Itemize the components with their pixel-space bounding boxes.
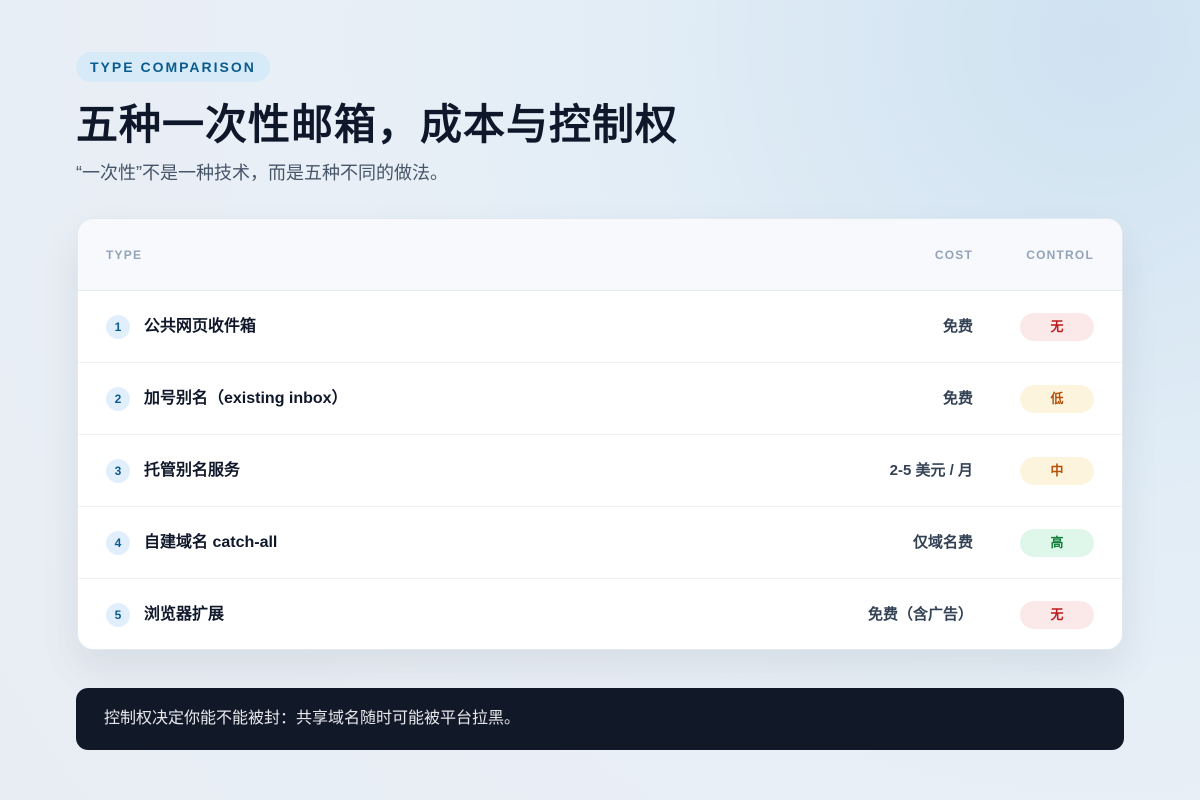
row-cost: 2-5 美元 / 月 (889, 462, 973, 479)
row-number-badge: 3 (106, 459, 130, 483)
row-number-badge: 4 (106, 531, 130, 555)
row-type-name: 自建域名 catch-all (144, 534, 278, 551)
control-level-badge: 高 (1020, 529, 1094, 557)
column-header-type: TYPE (106, 248, 143, 262)
control-level-badge: 低 (1020, 385, 1094, 413)
row-cost: 免费（含广告） (867, 606, 973, 623)
table-row: 5 浏览器扩展 免费（含广告） 无 (78, 579, 1122, 649)
callout-banner: 控制权决定你能不能被封：共享域名随时可能被平台拉黑。 (76, 688, 1124, 750)
column-header-control: CONTROL (1026, 248, 1094, 262)
table-row: 1 公共网页收件箱 免费 无 (78, 291, 1122, 363)
row-type-name: 公共网页收件箱 (144, 318, 257, 335)
control-level-badge: 无 (1020, 313, 1094, 341)
control-level-badge: 无 (1020, 601, 1094, 629)
table-row: 3 托管别名服务 2-5 美元 / 月 中 (78, 435, 1122, 507)
row-type-name: 浏览器扩展 (144, 606, 225, 623)
table-row: 4 自建域名 catch-all 仅域名费 高 (78, 507, 1122, 579)
row-type-name: 托管别名服务 (144, 462, 241, 479)
page-title: 五种一次性邮箱，成本与控制权 (76, 101, 679, 148)
column-header-cost: COST (934, 248, 973, 262)
table-header: TYPE COST CONTROL (78, 219, 1122, 291)
page-subtitle: “一次性”不是一种技术，而是五种不同的做法。 (76, 163, 448, 183)
row-number-badge: 2 (106, 387, 130, 411)
row-number-badge: 5 (106, 603, 130, 627)
comparison-table: TYPE COST CONTROL 1 公共网页收件箱 免费 无 2 加号别名（… (77, 218, 1123, 650)
row-cost: 免费 (942, 318, 973, 335)
row-cost: 仅域名费 (912, 534, 973, 551)
row-type-name: 加号别名（existing inbox） (144, 390, 348, 407)
row-number-badge: 1 (106, 315, 130, 339)
page: TYPE COMPARISON 五种一次性邮箱，成本与控制权 “一次性”不是一种… (0, 0, 1200, 800)
section-kicker: TYPE COMPARISON (76, 52, 270, 82)
table-row: 2 加号别名（existing inbox） 免费 低 (78, 363, 1122, 435)
row-cost: 免费 (942, 390, 973, 407)
control-level-badge: 中 (1020, 457, 1094, 485)
